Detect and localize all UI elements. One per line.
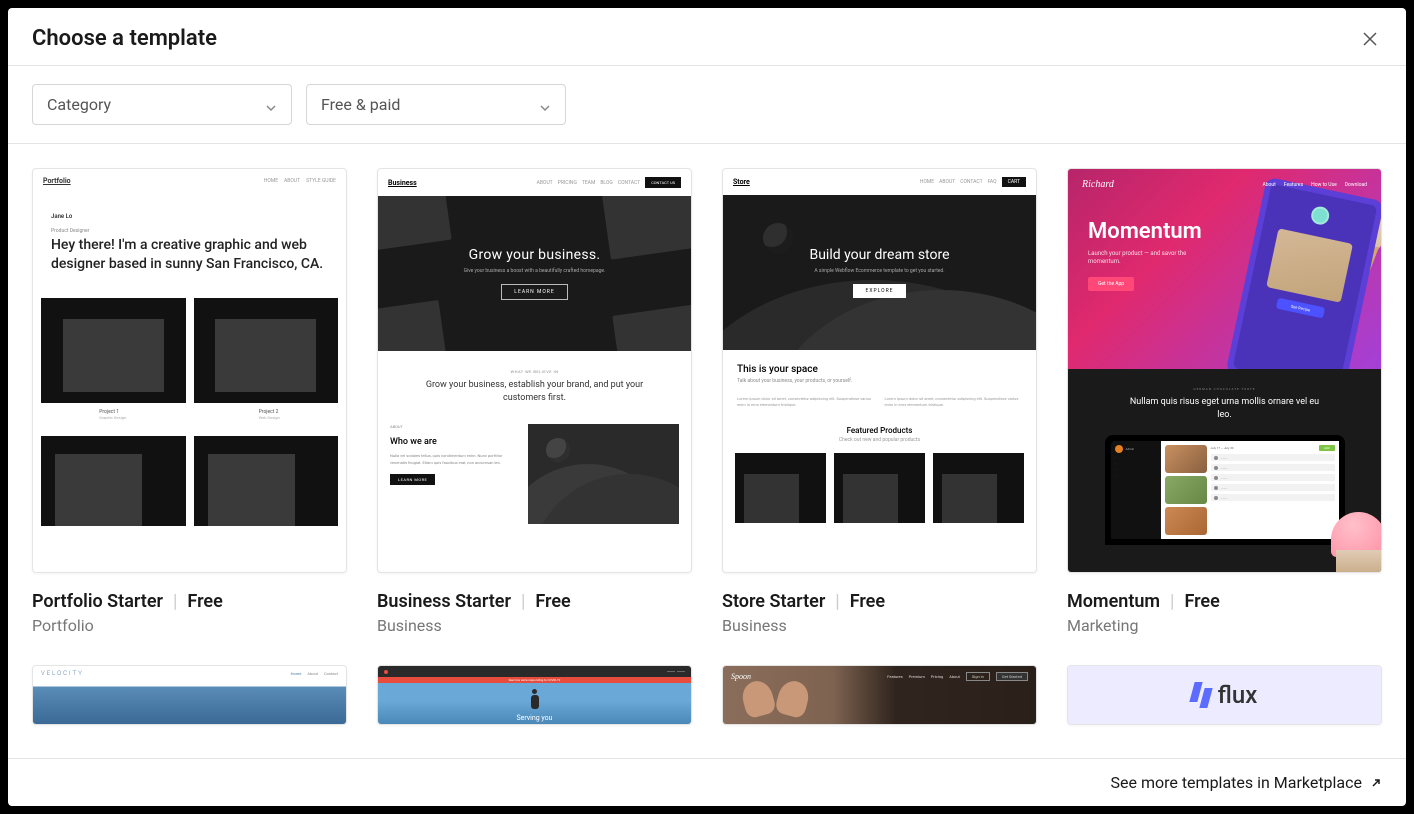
template-card-flux[interactable]: flux (1067, 665, 1382, 725)
avatar-icon (1310, 205, 1331, 226)
preview-tile (834, 453, 925, 523)
template-category: Business (722, 616, 1037, 635)
filter-bar: Category Free & paid (8, 66, 1406, 144)
preview-nav: HOME ABOUT CONTACT FAQ CART (920, 177, 1026, 187)
preview-nav: About Features How to Use Download (1262, 182, 1367, 188)
chevron-down-icon (265, 99, 277, 111)
modal-header: Choose a template (8, 8, 1406, 66)
template-card-portfolio-starter[interactable]: Portfolio HOME ABOUT STYLE GUIDE Jane Lo… (32, 168, 347, 635)
template-price: Free (535, 591, 570, 612)
preview-logo: Store (733, 178, 750, 186)
template-name: Momentum (1067, 591, 1160, 612)
preview-logo: VELOCITY (41, 670, 84, 677)
template-preview: Spoon Features Premium Pricing About Sig… (722, 665, 1037, 725)
category-label: Category (47, 95, 111, 114)
preview-tile (194, 298, 339, 403)
chevron-down-icon (539, 99, 551, 111)
template-card-velocity[interactable]: VELOCITY Home About Contact (32, 665, 347, 725)
template-preview: Richard About Features How to Use Downlo… (1067, 168, 1382, 573)
price-label: Free & paid (321, 95, 400, 114)
cupcake-icon (1321, 512, 1382, 573)
template-card-serving[interactable]: See how we're responding to COVID-19 Ser… (377, 665, 692, 725)
preview-tile (194, 436, 339, 526)
template-category: Marketing (1067, 616, 1382, 635)
template-preview: Store HOME ABOUT CONTACT FAQ CART (722, 168, 1037, 573)
template-card-store-starter[interactable]: Store HOME ABOUT CONTACT FAQ CART (722, 168, 1037, 635)
preview-logo: flux (1218, 681, 1258, 709)
phone-mockup: See Recipe (1226, 177, 1381, 369)
template-name: Store Starter (722, 591, 825, 612)
price-dropdown[interactable]: Free & paid (306, 84, 566, 125)
template-preview: See how we're responding to COVID-19 Ser… (377, 665, 692, 725)
template-preview: flux (1067, 665, 1382, 725)
close-button[interactable] (1358, 27, 1382, 51)
template-price: Free (1184, 591, 1219, 612)
flux-logo-icon (1192, 682, 1210, 708)
template-preview: Portfolio HOME ABOUT STYLE GUIDE Jane Lo… (32, 168, 347, 573)
template-grid: Portfolio HOME ABOUT STYLE GUIDE Jane Lo… (32, 168, 1382, 725)
preview-logo: Spoon (731, 672, 751, 681)
template-preview: Business ABOUT PRICING TEAM BLOG CONTACT… (377, 168, 692, 573)
template-price: Free (850, 591, 885, 612)
preview-logo: Portfolio (43, 177, 71, 185)
preview-tile (41, 298, 186, 403)
preview-nav: ABOUT PRICING TEAM BLOG CONTACT CONTACT … (537, 177, 681, 188)
preview-nav: HOME ABOUT STYLE GUIDE (264, 178, 336, 184)
template-card-business-starter[interactable]: Business ABOUT PRICING TEAM BLOG CONTACT… (377, 168, 692, 635)
tablet-mockup: Admin — — — — (1105, 435, 1345, 545)
see-more-link[interactable]: See more templates in Marketplace (1111, 773, 1383, 792)
preview-logo: Richard (1082, 179, 1114, 190)
preview-nav: Features Premium Pricing About Sign in G… (887, 672, 1028, 681)
external-link-icon (1370, 777, 1382, 789)
template-card-momentum[interactable]: Richard About Features How to Use Downlo… (1067, 168, 1382, 635)
modal-title: Choose a template (32, 26, 217, 51)
category-dropdown[interactable]: Category (32, 84, 292, 125)
template-category: Business (377, 616, 692, 635)
template-name: Business Starter (377, 591, 511, 612)
template-category: Portfolio (32, 616, 347, 635)
preview-image-placeholder (528, 424, 679, 524)
template-preview: VELOCITY Home About Contact (32, 665, 347, 725)
preview-tile (41, 436, 186, 526)
preview-nav: Home About Contact (291, 671, 338, 676)
template-picker-modal: Choose a template Category Free & paid (8, 8, 1406, 806)
template-gallery: Portfolio HOME ABOUT STYLE GUIDE Jane Lo… (8, 144, 1406, 758)
preview-tile (933, 453, 1024, 523)
preview-tile (735, 453, 826, 523)
modal-footer: See more templates in Marketplace (8, 758, 1406, 806)
close-icon (1362, 31, 1378, 47)
preview-logo: Business (388, 179, 417, 187)
template-card-spoon[interactable]: Spoon Features Premium Pricing About Sig… (722, 665, 1037, 725)
template-name: Portfolio Starter (32, 591, 163, 612)
template-price: Free (187, 591, 222, 612)
